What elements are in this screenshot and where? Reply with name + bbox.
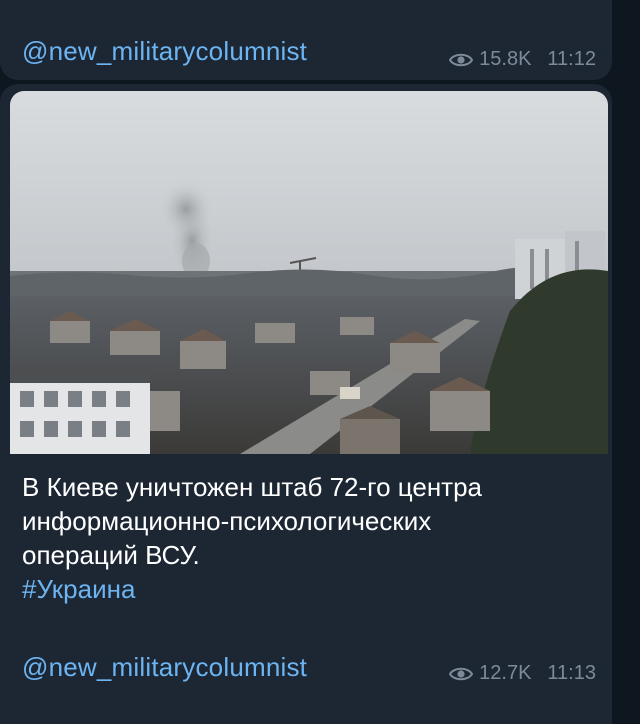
message-time: 11:13 bbox=[547, 662, 596, 684]
message-meta: 12.7K 11:13 bbox=[449, 662, 596, 685]
message-text-line-2: информационно-психологических bbox=[22, 506, 432, 536]
channel-signature-link[interactable]: @new_militarycolumnist bbox=[22, 36, 307, 67]
channel-signature-link-2[interactable]: @new_militarycolumnist bbox=[22, 652, 307, 683]
message-text-line-1: В Киеве уничтожен штаб 72-го центра bbox=[22, 472, 483, 502]
message-meta-previous: 15.8K 11:12 bbox=[449, 48, 596, 71]
city-smoke-photo bbox=[10, 91, 608, 454]
views-count: 15.8K bbox=[479, 48, 532, 70]
hashtag-link[interactable]: #Украина bbox=[22, 572, 592, 606]
message-text-line-3: операций ВСУ. bbox=[22, 540, 200, 570]
views-count: 12.7K bbox=[479, 662, 532, 684]
message-photo[interactable] bbox=[10, 91, 608, 454]
views-eye-icon bbox=[449, 667, 474, 680]
views-eye-icon bbox=[449, 53, 474, 66]
message-time: 11:12 bbox=[547, 48, 596, 70]
message-text: В Киеве уничтожен штаб 72-го центра инфо… bbox=[22, 470, 592, 606]
